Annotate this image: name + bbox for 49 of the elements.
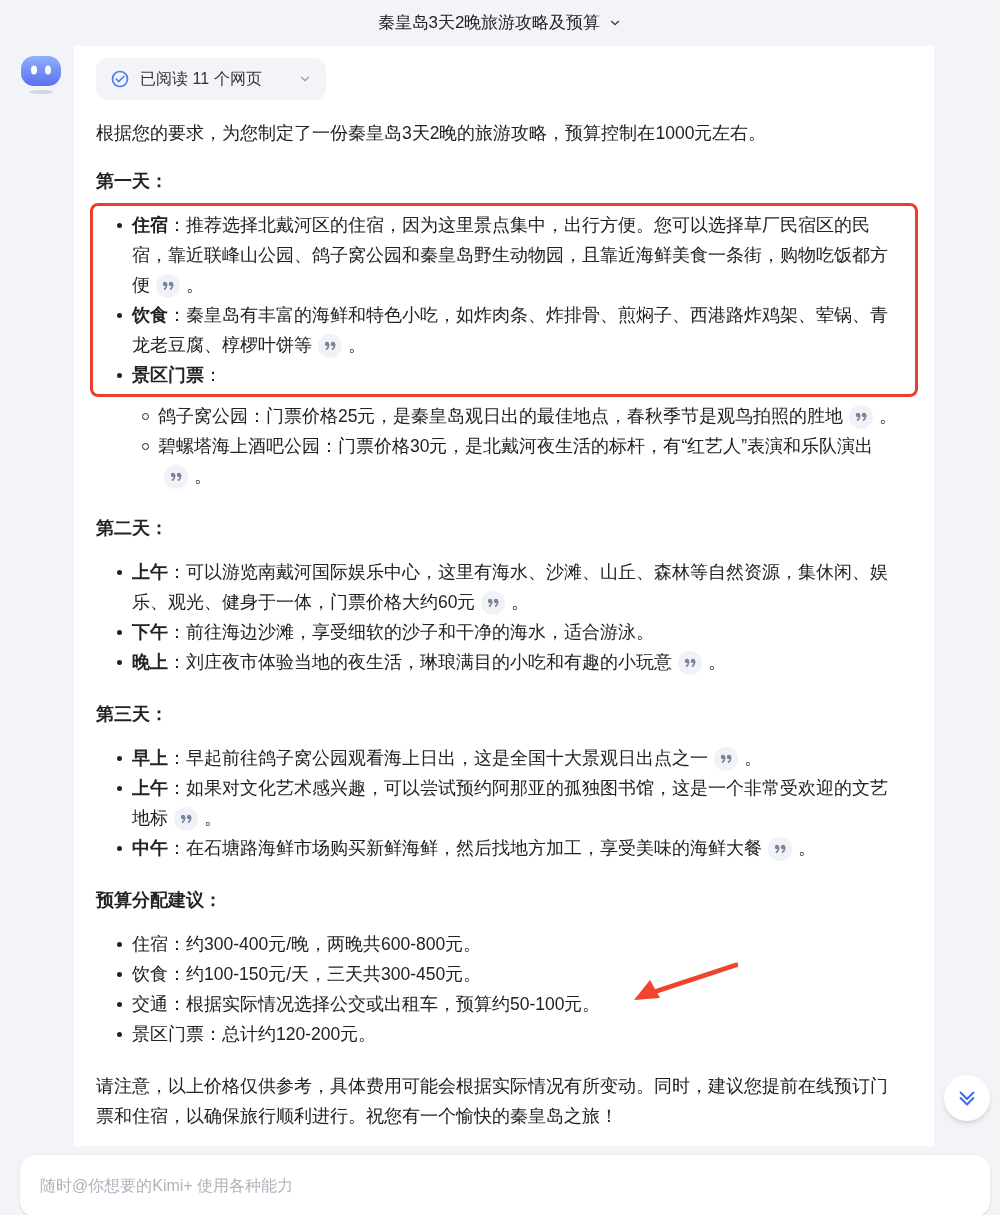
citation-icon[interactable] <box>318 334 342 359</box>
section-heading: 第二天： <box>96 517 169 540</box>
bullet-icon <box>116 756 122 761</box>
list-item-text: 住宿：约300-400元/晚，两晚共600-800元。 <box>132 933 482 956</box>
citation-icon[interactable] <box>174 807 198 832</box>
bullet-icon <box>116 373 122 378</box>
section-heading: 预算分配建议： <box>96 889 223 912</box>
sources-chip[interactable]: 已阅读 11 个网页 <box>96 58 326 100</box>
list-item-text: 碧螺塔海上酒吧公园：门票价格30元，是北戴河夜生活的标杆，有“红艺人”表演和乐队演出 。 <box>158 431 904 491</box>
bullet-icon <box>116 313 122 318</box>
bullet-icon <box>116 223 122 228</box>
intro-paragraph: 根据您的要求，为您制定了一份秦皇岛3天2晚的旅游攻略，预算控制在1000元左右。 <box>96 122 768 145</box>
citation-icon[interactable] <box>164 465 188 490</box>
citation-icon[interactable] <box>768 837 792 862</box>
bullet-icon <box>116 846 122 851</box>
bullet-icon <box>116 630 122 635</box>
chat-input[interactable]: 随时@你想要的Kimi+ 使用各种能力 <box>20 1155 990 1215</box>
citation-icon[interactable] <box>156 274 180 299</box>
list-item-text: 饮食：秦皇岛有丰富的海鲜和特色小吃，如炸肉条、炸排骨、煎焖子、西港路炸鸡架、荤锅、青龙老豆腐、椁椤叶饼等 。 <box>132 300 905 360</box>
bullet-icon <box>116 972 122 977</box>
list-item-text: 早上：早起前往鸽子窝公园观看海上日出，这是全国十大景观日出点之一 。 <box>132 743 762 773</box>
citation-icon[interactable] <box>481 591 506 616</box>
citation-icon[interactable] <box>714 747 738 772</box>
section-heading: 第三天： <box>96 703 169 726</box>
bullet-icon <box>116 1002 122 1007</box>
list-item-text: 中午：在石塘路海鲜市场购买新鲜海鲜，然后找地方加工，享受美味的海鲜大餐 。 <box>132 833 816 863</box>
bullet-icon <box>116 1032 122 1037</box>
bullet-icon <box>116 786 122 791</box>
list-item-text: 住宿：推荐选择北戴河区的住宿，因为这里景点集中，出行方便。您可以选择草厂民宿区的民宿，靠近联峰山公园、鸽子窝公园和秦皇岛野生动物园，且靠近海鲜美食一条街，购物吃饭都方便 。 <box>132 210 905 300</box>
list-item-text: 上午：可以游览南戴河国际娱乐中心，这里有海水、沙滩、山丘、森林等自然资源，集休闲、娱乐、观光、健身于一体，门票价格大约60元 。 <box>132 557 904 617</box>
citation-icon[interactable] <box>678 651 702 676</box>
list-item-text: 饮食：约100-150元/天，三天共300-450元。 <box>132 963 482 986</box>
check-circle-icon <box>110 69 130 89</box>
bullet-icon <box>116 570 122 575</box>
bullet-icon <box>116 660 122 665</box>
citation-icon[interactable] <box>849 405 874 430</box>
list-item-text: 景区门票：总计约120-200元。 <box>132 1023 377 1046</box>
list-item-text: 下午：前往海边沙滩，享受细软的沙子和干净的海水，适合游泳。 <box>132 621 654 644</box>
list-item-text: 交通：根据实际情况选择公交或出租车，预算约50-100元。 <box>132 993 601 1016</box>
list-item-text: 鸽子窝公园：门票价格25元，是秦皇岛观日出的最佳地点，春秋季节是观鸟拍照的胜地 。 <box>158 401 898 431</box>
assistant-avatar <box>20 54 62 96</box>
conversation-title: 秦皇岛3天2晚旅游攻略及预算 <box>377 12 601 35</box>
list-item-text: 景区门票： <box>132 364 222 387</box>
scroll-down-button[interactable] <box>944 1075 990 1121</box>
closing-paragraph: 请注意，以上价格仅供参考，具体费用可能会根据实际情况有所变动。同时，建议您提前在线预订门票和住宿，以确保旅行顺利进行。祝您有一个愉快的秦皇岛之旅！ <box>96 1075 889 1128</box>
list-item-text: 上午：如果对文化艺术感兴趣，可以尝试预约阿那亚的孤独图书馆，这是一个非常受欢迎的文艺地标 。 <box>132 773 904 833</box>
section-heading: 第一天： <box>96 170 169 193</box>
list-item-text: 晚上：刘庄夜市体验当地的夜生活，琳琅满目的小吃和有趣的小玩意 。 <box>132 647 726 677</box>
bullet-icon <box>116 942 122 947</box>
